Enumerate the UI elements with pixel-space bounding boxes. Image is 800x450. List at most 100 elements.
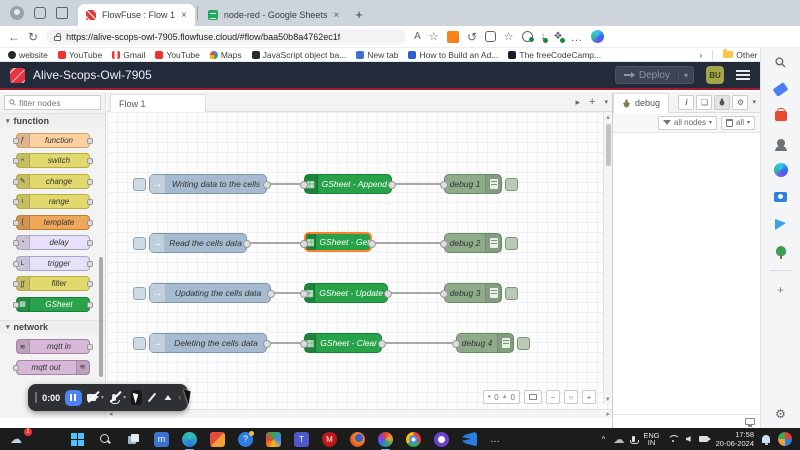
bookmark-youtube-2[interactable]: YouTube: [155, 50, 199, 60]
bookmarks-overflow-icon[interactable]: ›: [699, 50, 702, 60]
cursor-tool-button[interactable]: [131, 390, 142, 405]
output-port[interactable]: [378, 340, 386, 348]
clock[interactable]: 17:5820-06-2024: [716, 430, 754, 448]
tray-expand-icon[interactable]: ^: [602, 435, 606, 444]
flow-canvas[interactable]: → Writing data to the cells ▦ GSheet - A…: [107, 112, 612, 418]
debug-node[interactable]: debug 2: [444, 233, 502, 253]
camera-caret-icon[interactable]: ▾: [101, 394, 104, 401]
copilot-icon[interactable]: [591, 30, 604, 43]
output-port[interactable]: [388, 181, 396, 189]
sidebar-menu-caret-icon[interactable]: ▾: [750, 98, 756, 106]
collections-icon[interactable]: [522, 31, 533, 42]
zoom-in-button[interactable]: +: [582, 390, 596, 404]
bookmark-new-tab[interactable]: New tab: [356, 50, 398, 60]
browser-essentials-icon[interactable]: ↻: [467, 30, 477, 44]
zoom-out-button[interactable]: −: [546, 390, 560, 404]
meet-app-icon[interactable]: [266, 432, 281, 447]
tab-close-icon[interactable]: ×: [333, 10, 339, 21]
inject-button[interactable]: [133, 178, 146, 191]
debug-toggle-button[interactable]: [517, 337, 530, 350]
mail-app-icon[interactable]: m: [154, 432, 169, 447]
canvas-vertical-scrollbar[interactable]: ▴ ▾: [603, 112, 612, 404]
add-flow-button[interactable]: +: [589, 96, 595, 108]
debug-node[interactable]: debug 1: [444, 174, 502, 194]
favorites-bar-icon[interactable]: ☆: [504, 30, 514, 43]
metamask-extension-icon[interactable]: [447, 31, 459, 43]
zoom-reset-button[interactable]: ○: [564, 390, 578, 404]
teams-app-icon[interactable]: T: [294, 432, 309, 447]
help-tab-icon[interactable]: ❏: [696, 95, 712, 110]
palette-category-function[interactable]: ▾ function: [0, 113, 105, 127]
bookmark-gmail[interactable]: Gmail: [112, 50, 145, 60]
palette-node-function[interactable]: ƒfunction: [16, 133, 90, 148]
palette-node-template[interactable]: {template: [16, 215, 90, 230]
output-port[interactable]: [368, 240, 376, 248]
input-port[interactable]: [300, 340, 308, 348]
debug-toggle-button[interactable]: [505, 237, 518, 250]
camera-off-icon[interactable]: [87, 391, 96, 404]
gsheet-clear-node[interactable]: ▦ GSheet - Clear: [304, 333, 382, 353]
sidebar-send-icon[interactable]: [773, 216, 789, 232]
drag-handle[interactable]: [35, 392, 37, 403]
weather-widget[interactable]: ☁ 1: [10, 432, 22, 446]
bookmark-maps[interactable]: Maps: [210, 50, 242, 60]
tab-close-icon[interactable]: ×: [181, 10, 187, 21]
back-icon[interactable]: ←: [8, 30, 20, 44]
debug-clear-button[interactable]: all ▾: [721, 116, 755, 130]
tab-debug[interactable]: debug: [613, 93, 669, 113]
debug-toggle-button[interactable]: [505, 178, 518, 191]
wifi-icon[interactable]: [668, 435, 678, 443]
info-tab-icon[interactable]: i: [678, 95, 694, 110]
palette-node-gsheet[interactable]: ▦GSheet: [16, 297, 90, 312]
tray-camera-icon[interactable]: [699, 436, 708, 442]
bookmark-freecodecamp[interactable]: The freeCodeCamp...: [508, 50, 601, 60]
inject-button[interactable]: [133, 287, 146, 300]
flow-tab[interactable]: Flow 1: [110, 94, 206, 112]
sidebar-search-icon[interactable]: [773, 54, 789, 70]
collapse-toolbar-icon[interactable]: ‹: [178, 393, 181, 402]
deploy-caret-icon[interactable]: ▾: [678, 71, 693, 80]
mic-off-icon[interactable]: [109, 391, 118, 404]
user-avatar[interactable]: BU: [706, 66, 724, 84]
split-screen-icon[interactable]: [485, 31, 496, 42]
taskbar-more-icon[interactable]: …: [490, 434, 500, 445]
sidebar-profile-icon[interactable]: [773, 135, 789, 151]
input-port[interactable]: [440, 290, 448, 298]
vscode-app-icon[interactable]: [462, 432, 477, 447]
workspaces-icon[interactable]: [34, 7, 46, 19]
gsheet-append-node[interactable]: ▦ GSheet - Append: [304, 174, 392, 194]
output-port[interactable]: [267, 290, 275, 298]
deploy-button[interactable]: Deploy ▾: [615, 66, 694, 84]
downloads-icon[interactable]: ↓: [541, 31, 546, 42]
close-toolbar-icon[interactable]: ×: [185, 375, 190, 385]
sidebar-copilot-icon[interactable]: [773, 162, 789, 178]
open-debug-window-icon[interactable]: [745, 418, 755, 425]
settings-more-icon[interactable]: …: [571, 30, 583, 44]
scroll-right-icon[interactable]: ▸: [606, 410, 610, 418]
input-port[interactable]: [452, 340, 460, 348]
flow-menu-caret-icon[interactable]: ▾: [604, 98, 608, 106]
get-help-app-icon[interactable]: ?: [238, 432, 253, 447]
store-app-icon[interactable]: [210, 432, 225, 447]
favorite-star-icon[interactable]: ☆: [429, 30, 439, 43]
debug-node[interactable]: debug 4: [456, 333, 514, 353]
extensions-icon[interactable]: ❖: [554, 31, 563, 42]
eraser-tool-button[interactable]: [163, 390, 174, 405]
palette-node-trigger[interactable]: Ltrigger: [16, 256, 90, 271]
inject-node[interactable]: → Read the cells data: [149, 233, 247, 253]
sidebar-tree-icon[interactable]: [773, 243, 789, 259]
onedrive-icon[interactable]: ☁: [613, 433, 624, 446]
inject-node[interactable]: → Writing data to the cells: [149, 174, 267, 194]
input-port[interactable]: [300, 181, 308, 189]
output-port[interactable]: [384, 290, 392, 298]
navigator-button[interactable]: [524, 390, 542, 404]
edge-app-icon[interactable]: [182, 432, 197, 447]
output-port[interactable]: [243, 240, 251, 248]
sidebar-settings-icon[interactable]: ⚙: [773, 406, 789, 422]
palette-category-network[interactable]: ▾ network: [0, 320, 105, 334]
palette-node-filter[interactable]: ∬filter: [16, 276, 90, 291]
start-button[interactable]: [70, 432, 85, 447]
output-port[interactable]: [263, 340, 271, 348]
firefox-app-icon[interactable]: [350, 432, 365, 447]
volume-icon[interactable]: [686, 436, 691, 442]
